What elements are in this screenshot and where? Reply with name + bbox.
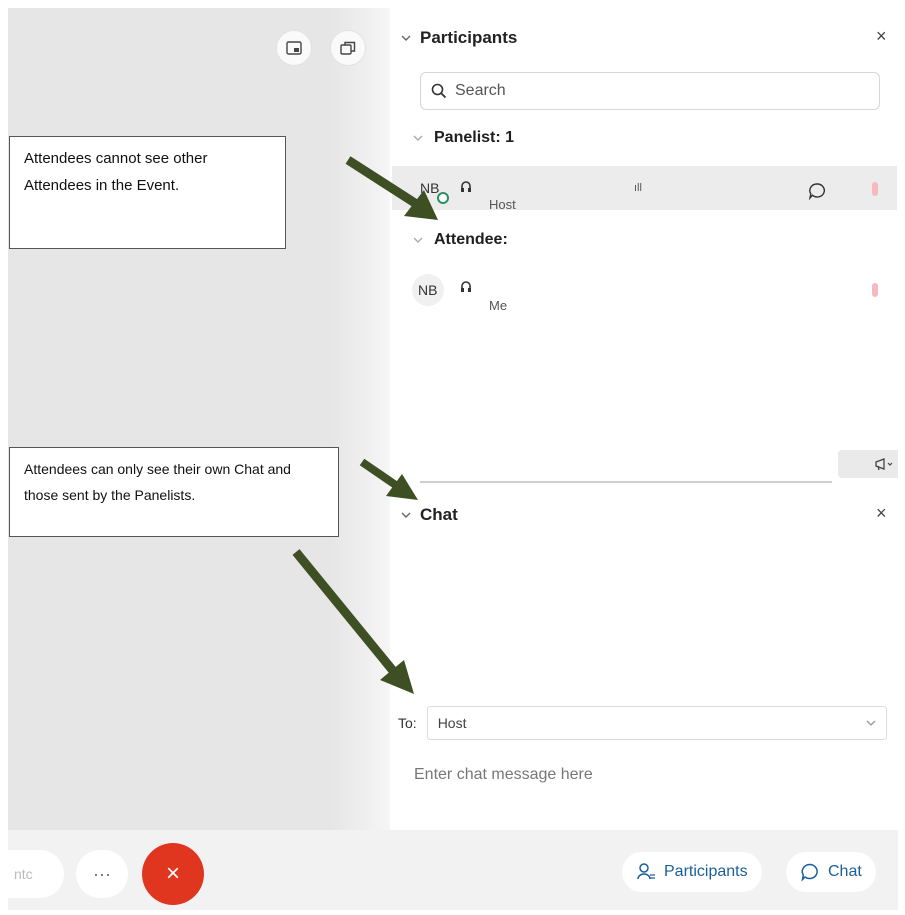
headset-icon	[461, 281, 471, 292]
chat-recipient-row: To: Host	[398, 706, 887, 740]
picture-in-picture-button[interactable]	[276, 30, 312, 66]
stage-edge	[330, 8, 390, 830]
participants-header[interactable]: Participants	[400, 28, 517, 48]
chat-title: Chat	[420, 505, 458, 524]
close-participants-icon[interactable]: ×	[876, 26, 887, 47]
person-list-icon	[637, 863, 655, 880]
chat-toggle-label: Chat	[828, 863, 862, 880]
chat-header[interactable]: Chat	[400, 505, 458, 525]
picture-in-picture-icon	[286, 41, 302, 55]
callout-attendee-text: Attendees cannot see other Attendees in …	[24, 150, 208, 194]
to-label: To:	[398, 715, 417, 731]
callout-chat-text: Attendees can only see their own Chat an…	[24, 461, 291, 503]
faded-toolbar-label: ntc	[14, 866, 33, 882]
presenter-status-icon	[437, 192, 449, 204]
search-placeholder: Search	[455, 82, 506, 99]
muted-mic-icon[interactable]	[872, 283, 878, 297]
more-options-button[interactable]: ···	[76, 850, 128, 898]
more-icon: ···	[93, 863, 111, 884]
announcement-menu[interactable]	[838, 450, 898, 478]
chevron-down-icon	[866, 720, 876, 726]
chat-message-input[interactable]: Enter chat message here	[414, 766, 593, 784]
chevron-down-icon	[413, 237, 423, 243]
chevron-down-icon	[413, 135, 423, 141]
attendee-avatar: NB	[418, 282, 438, 298]
muted-mic-icon[interactable]	[872, 182, 878, 196]
attendee-role: Me	[489, 298, 508, 313]
panelist-avatar: NB	[420, 180, 440, 196]
callout-chat-visibility: Attendees can only see their own Chat an…	[9, 447, 339, 537]
panelist-group-label: Panelist: 1	[434, 129, 515, 146]
chat-bubble-icon[interactable]	[808, 182, 826, 200]
panel-splitter[interactable]	[420, 481, 832, 483]
faded-toolbar-button[interactable]: ntc	[8, 850, 64, 898]
network-bars-icon: ıll	[634, 182, 642, 194]
close-icon: ×	[165, 860, 180, 887]
search-icon	[431, 83, 447, 99]
pop-out-icon	[340, 41, 356, 55]
leave-meeting-button[interactable]: ×	[142, 843, 204, 905]
callout-attendee-visibility: Attendees cannot see other Attendees in …	[9, 136, 286, 249]
headset-icon	[461, 181, 471, 192]
panelist-group-header[interactable]: Panelist: 1	[412, 129, 514, 147]
attendee-group-header[interactable]: Attendee:	[412, 231, 508, 249]
participants-title: Participants	[420, 28, 518, 47]
close-chat-icon[interactable]: ×	[876, 503, 887, 524]
participants-toggle-button[interactable]: Participants	[622, 852, 762, 892]
recipient-value: Host	[437, 715, 467, 731]
recipient-select[interactable]: Host	[426, 706, 887, 740]
participant-search-input[interactable]: Search	[420, 72, 880, 110]
chevron-down-icon	[401, 35, 411, 41]
attendee-group-label: Attendee:	[434, 231, 508, 248]
pop-out-button[interactable]	[330, 30, 366, 66]
chat-bubble-icon	[801, 863, 818, 882]
megaphone-icon	[875, 458, 893, 471]
chevron-down-icon	[401, 512, 411, 518]
chat-toggle-button[interactable]: Chat	[786, 852, 876, 892]
panelist-role: Host	[489, 197, 516, 212]
participants-toggle-label: Participants	[664, 863, 748, 880]
